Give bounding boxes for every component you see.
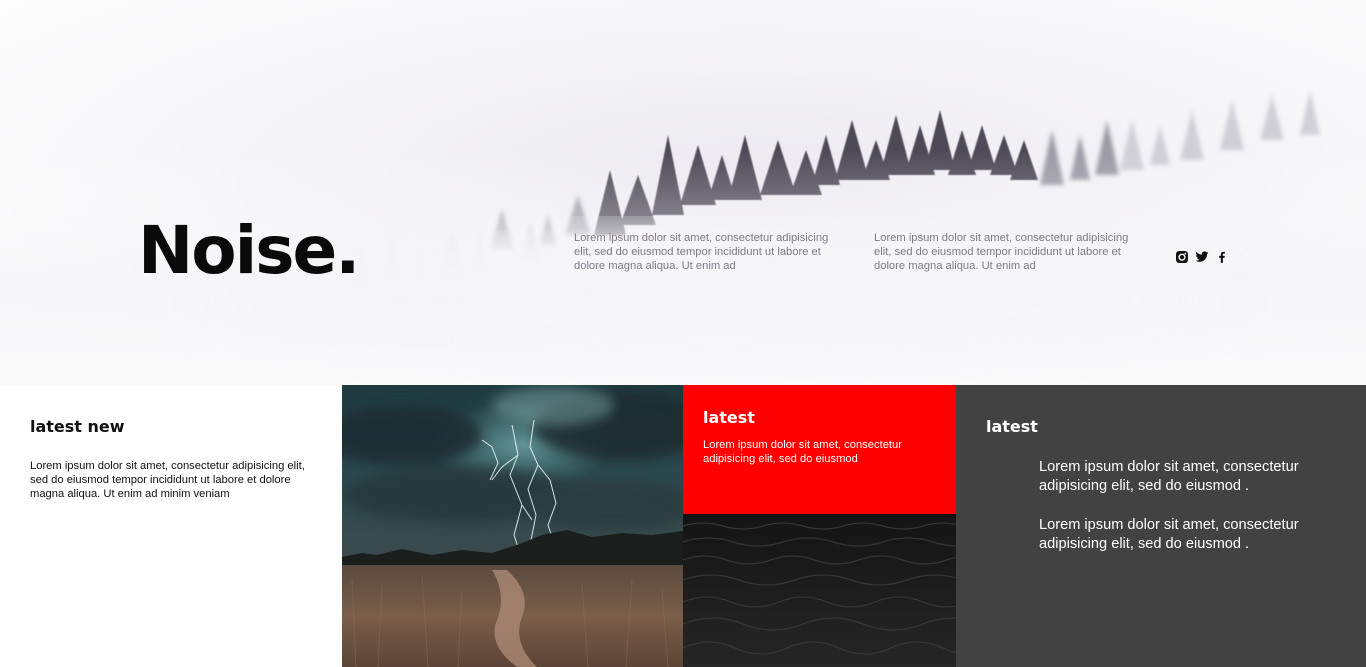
dark-sea-photo <box>683 514 956 667</box>
hero-section: Noise. Lorem ipsum dolor sit amet, conse… <box>0 0 1366 385</box>
social-links <box>1175 250 1229 264</box>
twitter-icon[interactable] <box>1195 250 1209 264</box>
red-latest-title: latest <box>703 408 755 427</box>
dark-latest-panel: latest Lorem ipsum dolor sit amet, conse… <box>956 385 1366 667</box>
dark-latest-item: Lorem ipsum dolor sit amet, consectetur … <box>1039 459 1299 494</box>
latest-news-panel: latest new Lorem ipsum dolor sit amet, c… <box>0 385 342 667</box>
red-latest-body: Lorem ipsum dolor sit amet, consectetur … <box>703 439 902 465</box>
brand-logo-text: Noise. <box>138 212 360 289</box>
latest-news-body: Lorem ipsum dolor sit amet, consectetur … <box>30 460 305 500</box>
hero-intro-text-two: Lorem ipsum dolor sit amet, consectetur … <box>874 232 1129 272</box>
dark-latest-item: Lorem ipsum dolor sit amet, consectetur … <box>1039 517 1299 552</box>
dark-latest-title: latest <box>986 417 1038 436</box>
instagram-icon[interactable] <box>1175 250 1189 264</box>
storm-photo <box>342 385 683 667</box>
red-latest-card: latest Lorem ipsum dolor sit amet, conse… <box>683 385 956 514</box>
hero-intro-text-one: Lorem ipsum dolor sit amet, consectetur … <box>574 232 829 272</box>
facebook-icon[interactable] <box>1215 250 1229 264</box>
foggy-forest-image <box>0 90 1366 385</box>
red-latest-panel: latest Lorem ipsum dolor sit amet, conse… <box>683 385 956 667</box>
latest-news-title: latest new <box>30 417 125 436</box>
